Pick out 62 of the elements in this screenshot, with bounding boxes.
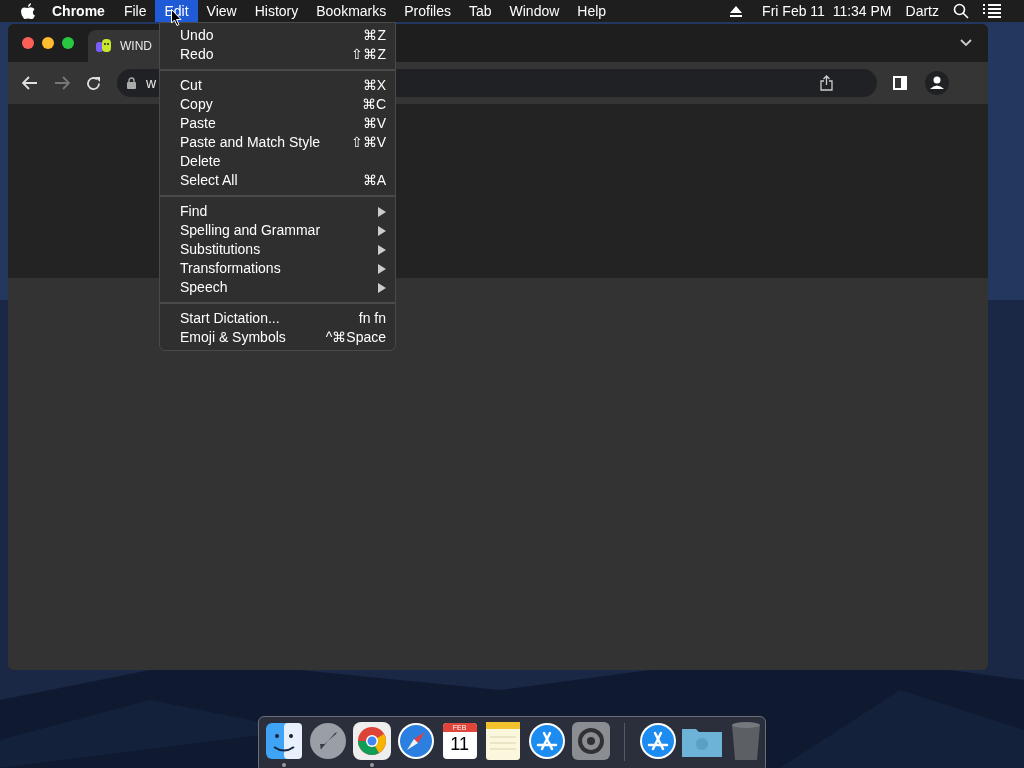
shortcut: ⌘C (361, 95, 386, 114)
trash-icon[interactable] (731, 722, 762, 760)
forward-arrow-icon[interactable] (54, 76, 70, 90)
menu-bar-item[interactable]: View (197, 0, 246, 22)
side-panel-icon[interactable] (893, 76, 907, 90)
menu-item[interactable]: Undo ⌘Z (160, 26, 395, 45)
back-arrow-icon[interactable] (22, 76, 38, 90)
user-name[interactable]: Dartz (905, 0, 939, 22)
reload-icon[interactable] (86, 75, 101, 91)
shortcut: ⌘A (362, 171, 386, 190)
menu-bar-item[interactable]: History (245, 0, 308, 22)
shortcut: ⇧⌘V (350, 133, 386, 152)
shortcut: ⌘X (362, 76, 386, 95)
profile-icon[interactable] (925, 71, 949, 95)
shortcut: fn fn (358, 309, 386, 328)
minimize-button[interactable] (42, 37, 54, 49)
menu-item[interactable]: Speech (160, 278, 395, 297)
notepad-icon[interactable] (486, 722, 521, 760)
menu-item[interactable]: Find (160, 202, 395, 221)
menu-item[interactable]: Select All ⌘A (160, 171, 395, 190)
shortcut: ⌘V (362, 114, 386, 133)
shortcut: ⌘Z (363, 26, 386, 45)
shortcut: ^⌘Space (325, 328, 386, 347)
tab-title: WIND (120, 38, 152, 55)
menu-item[interactable]: Transformations (160, 259, 395, 278)
shortcut: ⇧⌘Z (351, 45, 386, 64)
menu-item[interactable]: Copy ⌘C (160, 95, 395, 114)
menu-bar-item[interactable]: File (114, 0, 156, 22)
finder-face-icon[interactable] (265, 723, 302, 759)
share-icon[interactable] (820, 75, 833, 91)
menu-item[interactable]: Spelling and Grammar (160, 221, 395, 240)
apple-icon[interactable] (21, 3, 35, 19)
ghost-icon (96, 39, 112, 53)
compass-icon[interactable] (396, 722, 435, 760)
lock-icon (127, 77, 136, 89)
eject-icon[interactable] (730, 5, 743, 17)
menu-item[interactable]: Substitutions (160, 240, 395, 259)
app-store-icon[interactable] (639, 722, 678, 760)
menu-bar-item[interactable]: Bookmarks (307, 0, 396, 22)
menu-item[interactable]: Start Dictation... fn fn (160, 309, 395, 328)
menu-item[interactable]: Emoji & Symbols ^⌘Space (160, 328, 395, 347)
menu-item[interactable]: Delete (160, 152, 395, 171)
zoom-button[interactable] (62, 37, 74, 49)
menu-bar-item[interactable]: Tab (459, 0, 501, 22)
chevron-down-icon[interactable] (960, 39, 972, 47)
menu-bar-item[interactable]: Window (500, 0, 569, 22)
menu-bar-item[interactable]: Help (568, 0, 616, 22)
menu-item[interactable]: Redo ⇧⌘Z (160, 45, 395, 64)
menu-item[interactable]: Paste ⌘V (160, 114, 395, 133)
app-menu[interactable]: Chrome (52, 0, 105, 22)
menu-bar-item[interactable]: Edit (155, 0, 198, 22)
search-icon[interactable] (953, 3, 969, 19)
calendar-day: 11 (450, 732, 469, 756)
address-text: w (146, 73, 157, 93)
close-button[interactable] (22, 37, 34, 49)
menu-item[interactable]: Paste and Match Style ⇧⌘V (160, 133, 395, 152)
menu-bar-item[interactable]: Profiles (395, 0, 460, 22)
menu-item[interactable]: Cut ⌘X (160, 76, 395, 95)
app-store-icon[interactable] (528, 722, 567, 760)
chrome-icon[interactable] (352, 722, 391, 760)
list-icon[interactable] (983, 4, 1001, 18)
clock[interactable]: Fri Feb 11 11:34 PM (762, 0, 892, 22)
